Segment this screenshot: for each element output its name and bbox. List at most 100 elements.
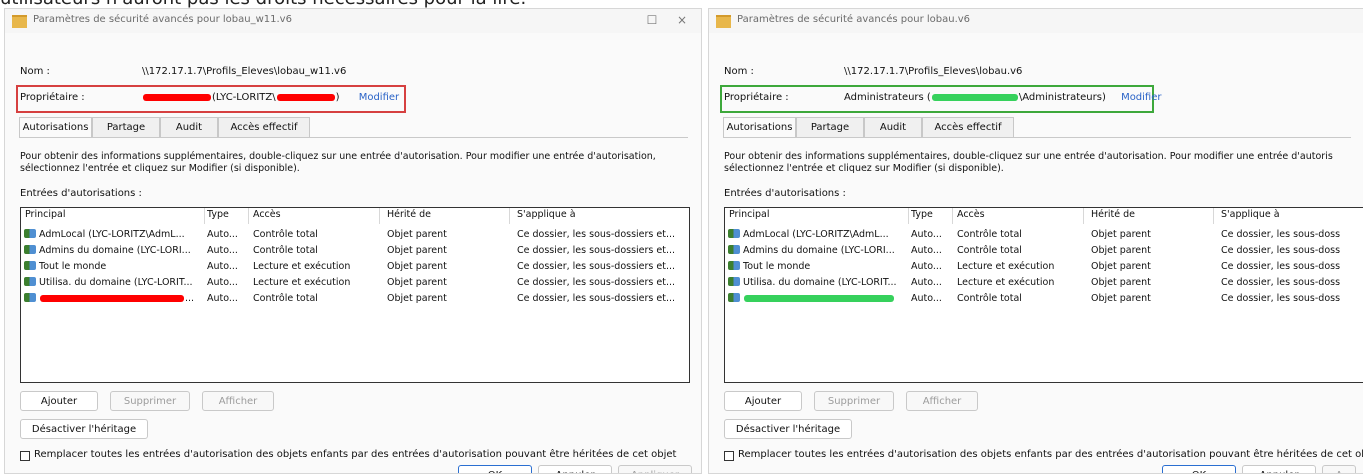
column-herite-de[interactable]: Hérité de bbox=[1091, 209, 1201, 220]
table-row[interactable]: Auto... Contrôle total Objet parent Ce d… bbox=[725, 292, 1363, 308]
column-sapplique-a[interactable]: S'applique à bbox=[517, 209, 687, 220]
tab-audit[interactable]: Audit bbox=[864, 117, 922, 137]
table-row[interactable]: AdmLocal (LYC-LORITZ\AdmL... Auto... Con… bbox=[21, 228, 689, 244]
row-herite-de: Objet parent bbox=[387, 229, 447, 240]
row-sapplique-a: Ce dossier, les sous-dossiers et... bbox=[517, 261, 676, 272]
dialog-content: Nom : \\172.17.1.7\Profils_Eleves\lobau.… bbox=[712, 37, 1363, 473]
apply-button[interactable]: A bbox=[1322, 465, 1356, 473]
column-acces[interactable]: Accès bbox=[957, 209, 1057, 220]
ok-button[interactable]: OK bbox=[458, 465, 532, 473]
row-herite-de: Objet parent bbox=[1091, 277, 1151, 288]
entries-label: Entrées d'autorisations : bbox=[724, 188, 846, 199]
column-divider[interactable] bbox=[379, 208, 380, 224]
row-principal: ... bbox=[185, 293, 195, 304]
users-icon bbox=[728, 245, 740, 254]
user-icon bbox=[728, 293, 740, 302]
permissions-list[interactable]: Principal Type Accès Hérité de S'appliqu… bbox=[20, 207, 690, 383]
column-divider[interactable] bbox=[509, 208, 510, 224]
advanced-security-dialog-right: Paramètres de sécurité avancés pour loba… bbox=[708, 8, 1363, 474]
advanced-security-dialog-left: Paramètres de sécurité avancés pour loba… bbox=[4, 8, 702, 474]
column-divider[interactable] bbox=[952, 208, 953, 224]
table-row[interactable]: Tout le monde Auto... Lecture et exécuti… bbox=[21, 260, 689, 276]
row-acces: Lecture et exécution bbox=[253, 261, 351, 272]
view-button[interactable]: Afficher bbox=[906, 391, 978, 411]
owner-label: Propriétaire : bbox=[724, 92, 789, 103]
row-sapplique-a: Ce dossier, les sous-dossiers et... bbox=[517, 245, 676, 256]
row-acces: Lecture et exécution bbox=[957, 261, 1055, 272]
row-principal: Utilisa. du domaine (LYC-LORIT... bbox=[39, 277, 193, 288]
replace-permissions-label: Remplacer toutes les entrées d'autorisat… bbox=[738, 449, 1363, 460]
column-divider[interactable] bbox=[908, 208, 909, 224]
owner-label: Propriétaire : bbox=[20, 92, 85, 103]
name-value: \\172.17.1.7\Profils_Eleves\lobau_w11.v6 bbox=[142, 66, 347, 77]
row-sapplique-a: Ce dossier, les sous-dossiers et... bbox=[517, 293, 676, 304]
owner-modify-link[interactable]: Modifier bbox=[1121, 92, 1161, 103]
table-row[interactable]: Utilisa. du domaine (LYC-LORIT... Auto..… bbox=[21, 276, 689, 292]
column-divider[interactable] bbox=[248, 208, 249, 224]
name-label: Nom : bbox=[724, 66, 754, 77]
column-herite-de[interactable]: Hérité de bbox=[387, 209, 497, 220]
replace-permissions-checkbox[interactable] bbox=[20, 451, 30, 461]
row-herite-de: Objet parent bbox=[387, 245, 447, 256]
row-principal: AdmLocal (LYC-LORITZ\AdmL... bbox=[39, 229, 185, 240]
view-button[interactable]: Afficher bbox=[202, 391, 274, 411]
ok-button[interactable]: OK bbox=[1162, 465, 1236, 473]
table-row[interactable]: AdmLocal (LYC-LORITZ\AdmL... Auto... Con… bbox=[725, 228, 1363, 244]
column-principal[interactable]: Principal bbox=[25, 209, 195, 220]
table-row[interactable]: Tout le monde Auto... Lecture et exécuti… bbox=[725, 260, 1363, 276]
help-text: Pour obtenir des informations supplément… bbox=[724, 151, 1333, 174]
row-type: Auto... bbox=[911, 229, 942, 240]
owner-modify-link[interactable]: Modifier bbox=[359, 92, 399, 103]
disable-inheritance-button[interactable]: Désactiver l'héritage bbox=[20, 419, 148, 439]
close-icon[interactable]: × bbox=[673, 13, 691, 29]
replace-permissions-checkbox[interactable] bbox=[724, 451, 734, 461]
disable-inheritance-button[interactable]: Désactiver l'héritage bbox=[724, 419, 852, 439]
tab-acces-effectif[interactable]: Accès effectif bbox=[218, 117, 310, 137]
column-acces[interactable]: Accès bbox=[253, 209, 353, 220]
users-icon bbox=[24, 277, 36, 286]
column-type[interactable]: Type bbox=[911, 209, 946, 220]
maximize-icon[interactable]: ☐ bbox=[643, 13, 661, 29]
table-row[interactable]: Admins du domaine (LYC-LORI... Auto... C… bbox=[725, 244, 1363, 260]
row-herite-de: Objet parent bbox=[387, 261, 447, 272]
user-icon bbox=[24, 293, 36, 302]
column-divider[interactable] bbox=[204, 208, 205, 224]
tab-partage[interactable]: Partage bbox=[92, 117, 160, 137]
row-type: Auto... bbox=[207, 261, 238, 272]
row-acces: Contrôle total bbox=[253, 229, 318, 240]
cancel-button[interactable]: Annuler bbox=[1242, 465, 1316, 473]
row-type: Auto... bbox=[207, 293, 238, 304]
list-header: Principal Type Accès Hérité de S'appliqu… bbox=[725, 208, 1363, 224]
tab-autorisations[interactable]: Autorisations bbox=[723, 117, 796, 137]
replace-permissions-label: Remplacer toutes les entrées d'autorisat… bbox=[34, 449, 677, 460]
remove-button[interactable]: Supprimer bbox=[814, 391, 894, 411]
row-sapplique-a: Ce dossier, les sous-doss bbox=[1221, 293, 1341, 304]
column-principal[interactable]: Principal bbox=[729, 209, 899, 220]
users-icon bbox=[24, 245, 36, 254]
apply-button[interactable]: Appliquer bbox=[618, 465, 692, 473]
remove-button[interactable]: Supprimer bbox=[110, 391, 190, 411]
add-button[interactable]: Ajouter bbox=[724, 391, 802, 411]
tab-partage[interactable]: Partage bbox=[796, 117, 864, 137]
permissions-list[interactable]: Principal Type Accès Hérité de S'appliqu… bbox=[724, 207, 1363, 383]
row-principal: AdmLocal (LYC-LORITZ\AdmL... bbox=[743, 229, 889, 240]
table-row[interactable]: ... Auto... Contrôle total Objet parent … bbox=[21, 292, 689, 308]
column-type[interactable]: Type bbox=[207, 209, 242, 220]
column-divider[interactable] bbox=[1083, 208, 1084, 224]
add-button[interactable]: Ajouter bbox=[20, 391, 98, 411]
row-acces: Lecture et exécution bbox=[957, 277, 1055, 288]
column-divider[interactable] bbox=[1213, 208, 1214, 224]
table-row[interactable]: Admins du domaine (LYC-LORI... Auto... C… bbox=[21, 244, 689, 260]
redaction-mark bbox=[931, 93, 1018, 101]
table-row[interactable]: Utilisa. du domaine (LYC-LORIT... Auto..… bbox=[725, 276, 1363, 292]
row-type: Auto... bbox=[911, 245, 942, 256]
tab-autorisations[interactable]: Autorisations bbox=[19, 117, 92, 137]
cancel-button[interactable]: Annuler bbox=[538, 465, 612, 473]
row-sapplique-a: Ce dossier, les sous-dossiers et... bbox=[517, 277, 676, 288]
tab-acces-effectif[interactable]: Accès effectif bbox=[922, 117, 1014, 137]
users-icon bbox=[728, 277, 740, 286]
row-principal: Utilisa. du domaine (LYC-LORIT... bbox=[743, 277, 897, 288]
row-sapplique-a: Ce dossier, les sous-doss bbox=[1221, 261, 1341, 272]
tab-audit[interactable]: Audit bbox=[160, 117, 218, 137]
column-sapplique-a[interactable]: S'applique à bbox=[1221, 209, 1363, 220]
